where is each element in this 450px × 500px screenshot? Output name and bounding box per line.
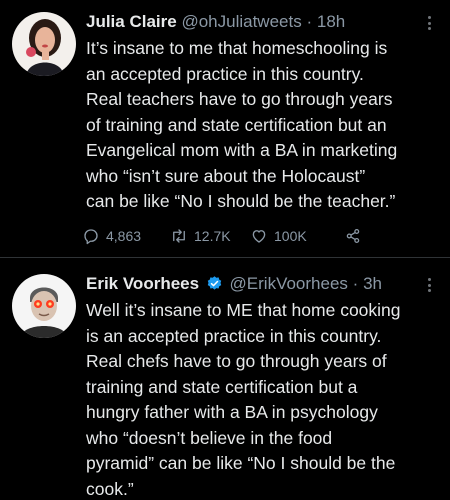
author-name[interactable]: Julia Claire xyxy=(86,12,177,31)
avatar[interactable] xyxy=(12,12,76,76)
separator: · xyxy=(352,274,359,293)
divider xyxy=(0,257,450,258)
like-icon xyxy=(252,230,266,243)
tweet-text: It’s insane to me that homeschooling is … xyxy=(86,36,440,215)
tweet-text: Well it’s insane to ME that home cooking… xyxy=(86,298,440,500)
retweet-count: 12.7K xyxy=(194,228,231,244)
text-line: can be like “No I should be the teacher.… xyxy=(86,191,396,211)
tweet-actions: 4,863 12.7K 100K xyxy=(82,224,422,248)
text-line: Evangelical mom with a BA in marketing xyxy=(86,140,398,160)
more-icon[interactable] xyxy=(422,276,436,294)
retweet-button[interactable]: 12.7K xyxy=(170,224,231,248)
tweet-header: Erik Voorhees @ErikVoorhees · 3h xyxy=(86,272,416,296)
text-line: is an accepted practice in this country. xyxy=(86,325,382,346)
tweet-feed: Julia Claire @ohJuliatweets · 18h It’s i… xyxy=(0,0,450,500)
avatar[interactable] xyxy=(12,274,76,338)
reply-button[interactable]: 4,863 xyxy=(82,224,141,248)
text-line: Real chefs have to go through years of xyxy=(86,351,387,371)
retweet-icon xyxy=(173,229,185,243)
timestamp[interactable]: 18h xyxy=(317,12,345,31)
text-line: It’s insane to me that homeschooling is xyxy=(86,38,388,58)
text-line: Well it’s insane to ME that home cooking xyxy=(86,300,401,320)
avatar-image xyxy=(12,274,76,338)
author-name[interactable]: Erik Voorhees xyxy=(86,274,199,293)
separator: · xyxy=(306,12,313,31)
author-handle[interactable]: @ErikVoorhees xyxy=(230,274,348,293)
like-button[interactable]: 100K xyxy=(250,224,307,248)
text-line: training and state certification but a xyxy=(86,376,358,397)
text-line: Real teachers have to go through years xyxy=(86,89,393,109)
text-line: who “doesn’t believe in the food xyxy=(86,427,333,448)
text-line: cook.” xyxy=(86,478,134,499)
text-line: an accepted practice in this country. xyxy=(86,63,364,84)
text-line: of training and state certification but … xyxy=(86,114,387,135)
share-icon xyxy=(346,228,360,244)
reply-icon xyxy=(84,229,98,245)
reply-count: 4,863 xyxy=(106,228,142,244)
share-button[interactable] xyxy=(344,224,362,248)
like-count: 100K xyxy=(274,228,307,244)
verified-icon xyxy=(207,276,222,290)
more-icon[interactable] xyxy=(422,14,436,32)
tweet-header: Julia Claire @ohJuliatweets · 18h xyxy=(86,10,416,34)
avatar-image xyxy=(12,12,76,76)
text-line: who “isn’t sure about the Holocaust” xyxy=(86,165,366,186)
author-handle[interactable]: @ohJuliatweets xyxy=(181,12,301,31)
timestamp[interactable]: 3h xyxy=(363,274,382,293)
text-line: hungry father with a BA in psychology xyxy=(86,402,378,422)
text-line: pyramid” can be like “No I should be the xyxy=(86,453,396,473)
